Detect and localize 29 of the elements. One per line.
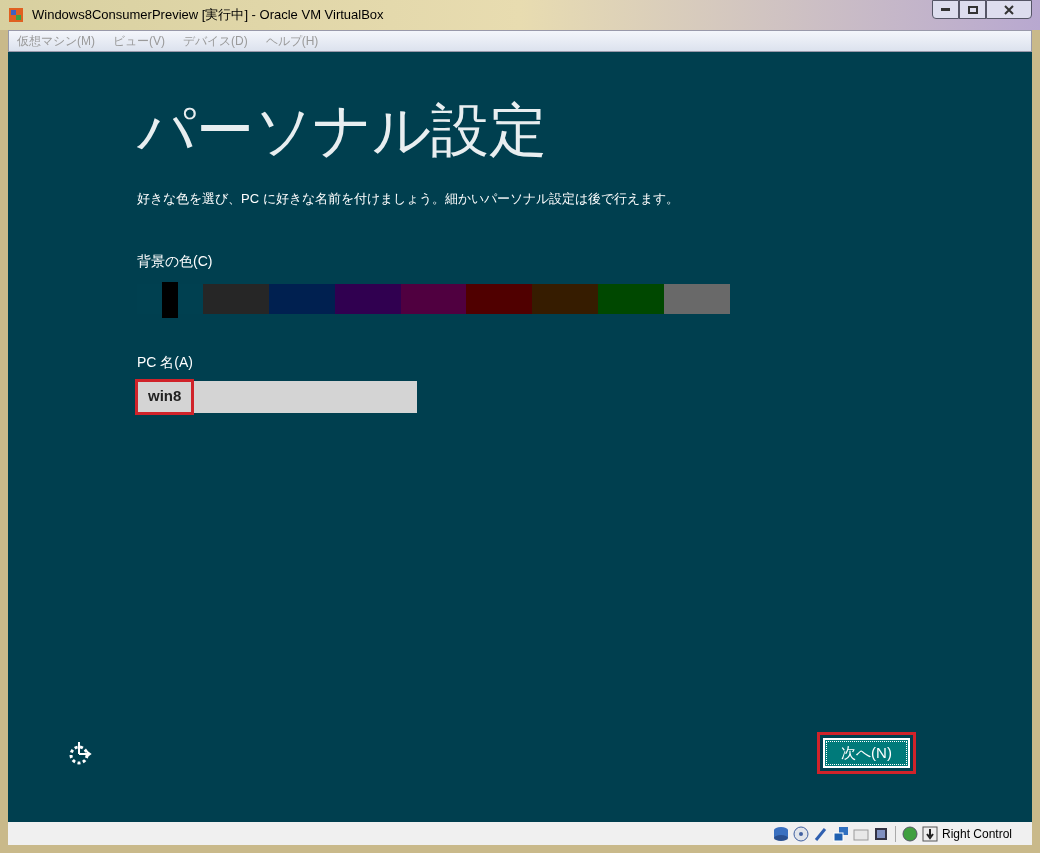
color-swatch[interactable] [664, 283, 730, 314]
ease-of-access-icon[interactable] [67, 740, 93, 766]
color-swatch[interactable] [202, 283, 269, 314]
color-swatch[interactable] [598, 283, 665, 314]
pc-name-field[interactable]: win8 [137, 380, 417, 413]
chip-icon[interactable] [872, 825, 889, 842]
close-button[interactable] [986, 0, 1032, 19]
description-text: 好きな色を選び、PC に好きな名前を付けましょう。細かいパーソナル設定は後で行えます。 [137, 190, 680, 208]
page-heading: パーソナル設定 [137, 96, 548, 164]
host-key-label: Right Control [941, 825, 1012, 843]
slider-handle[interactable] [161, 281, 178, 318]
hard-disk-icon[interactable] [772, 825, 789, 842]
color-swatch[interactable] [466, 283, 533, 314]
color-swatch[interactable] [400, 283, 467, 314]
optical-disc-icon[interactable] [792, 825, 809, 842]
app-icon [8, 7, 24, 23]
next-button[interactable]: 次へ(N) [823, 738, 910, 768]
maximize-button[interactable] [959, 0, 986, 19]
pc-name-label: PC 名(A) [137, 352, 194, 372]
field-value: win8 [135, 378, 195, 415]
color-swatch[interactable] [532, 283, 599, 314]
color-label: 背景の色(C) [137, 251, 214, 271]
minimize-button[interactable] [932, 0, 959, 19]
color-swatch[interactable] [334, 283, 401, 314]
close-icon [1004, 4, 1014, 15]
network-icon[interactable] [832, 825, 849, 842]
color-swatch[interactable] [268, 283, 335, 314]
window-title: Windows8ConsumerPreview [実行中] - Oracle VM VirtualBox [32, 6, 384, 25]
globe-icon[interactable] [901, 825, 918, 842]
